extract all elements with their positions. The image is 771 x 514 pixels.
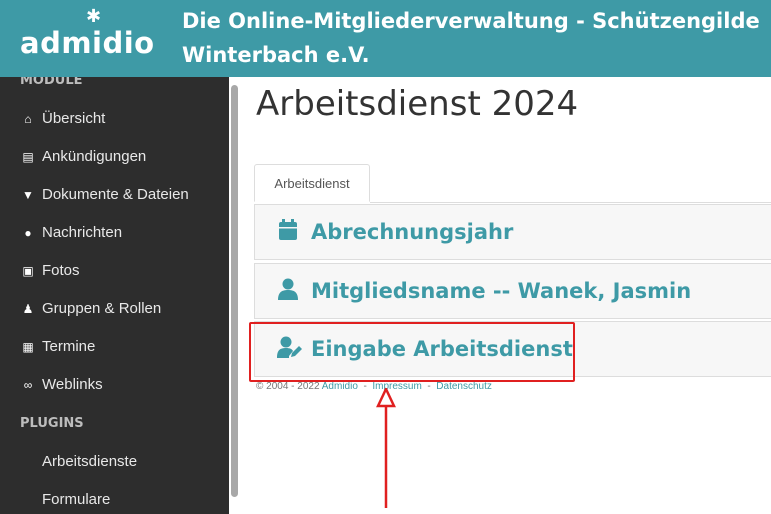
panel-label: Mitgliedsname -- Wanek, Jasmin [311,279,692,303]
sidebar-item-label: Weblinks [42,376,103,393]
sidebar-item-gruppen[interactable]: ♟ Gruppen & Rollen [20,300,162,317]
calendar-icon [277,218,299,246]
sidebar-item-dokumente[interactable]: ▼ Dokumente & Dateien [20,186,189,203]
panel-label: Abrechnungsjahr [311,220,514,244]
tab-arbeitsdienst[interactable]: Arbeitsdienst [254,164,370,202]
link-icon: ∞ [23,377,33,392]
footer-separator: - [427,381,431,392]
sidebar-item-label: Nachrichten [42,224,123,241]
logo-text: admidio [20,26,155,60]
sidebar-item-nachrichten[interactable]: ● Nachrichten [20,224,122,241]
user-icon [277,278,299,305]
sidebar-item-label: Dokumente & Dateien [42,186,189,203]
calendar-icon: ▦ [22,339,34,354]
sidebar-item-label: Termine [42,338,96,355]
sidebar-item-ankuendigungen[interactable]: ▤ Ankündigungen [20,148,146,165]
sidebar: MODULE ⌂ Übersicht ▤ Ankündigungen ▼ Dok… [0,77,229,514]
sidebar-item-fotos[interactable]: ▣ Fotos [20,262,80,279]
newspaper-icon: ▤ [22,149,34,164]
sidebar-scrollbar[interactable] [229,77,240,514]
footer-separator: - [363,381,367,392]
tab-label: Arbeitsdienst [274,175,350,191]
home-icon: ⌂ [24,111,32,126]
header-title: Die Online-Mitgliederverwaltung - Schütz… [182,9,760,67]
comments-icon: ● [24,225,32,240]
footer-link-datenschutz[interactable]: Datenschutz [436,381,492,392]
sidebar-section-plugins: PLUGINS [20,416,84,431]
file-download-icon: ▼ [22,187,34,202]
sidebar-section-module: MODULE [20,77,83,88]
sidebar-item-label: Gruppen & Rollen [42,300,162,317]
palm-icon: ✱ [86,6,102,27]
annotation-highlight-box [249,322,575,382]
panel-abrechnungsjahr[interactable]: Abrechnungsjahr [254,204,771,260]
footer-link-admidio[interactable]: Admidio [322,381,358,392]
app-header: admidio ✱ Die Online-Mitgliederverwaltun… [0,0,771,77]
users-icon: ♟ [22,301,34,316]
sidebar-item-uebersicht[interactable]: ⌂ Übersicht [20,110,105,127]
sidebar-item-label: Ankündigungen [42,148,147,165]
sidebar-item-arbeitsdienste[interactable]: Arbeitsdienste [42,453,137,470]
page-title: Arbeitsdienst 2024 [256,84,579,124]
sidebar-item-termine[interactable]: ▦ Termine [20,338,95,355]
admidio-logo[interactable]: admidio [20,26,155,60]
sidebar-item-label: Übersicht [42,110,106,127]
annotation-arrow-icon [376,388,396,508]
scrollbar-thumb[interactable] [231,85,238,497]
sidebar-item-label: Fotos [42,262,80,279]
image-icon: ▣ [22,263,34,278]
footer-copyright: © 2004 - 2022 [256,381,320,392]
panel-mitgliedsname[interactable]: Mitgliedsname -- Wanek, Jasmin [254,263,771,319]
sidebar-item-formulare[interactable]: Formulare [42,491,110,508]
tab-divider [370,202,771,203]
sidebar-item-weblinks[interactable]: ∞ Weblinks [20,376,103,393]
